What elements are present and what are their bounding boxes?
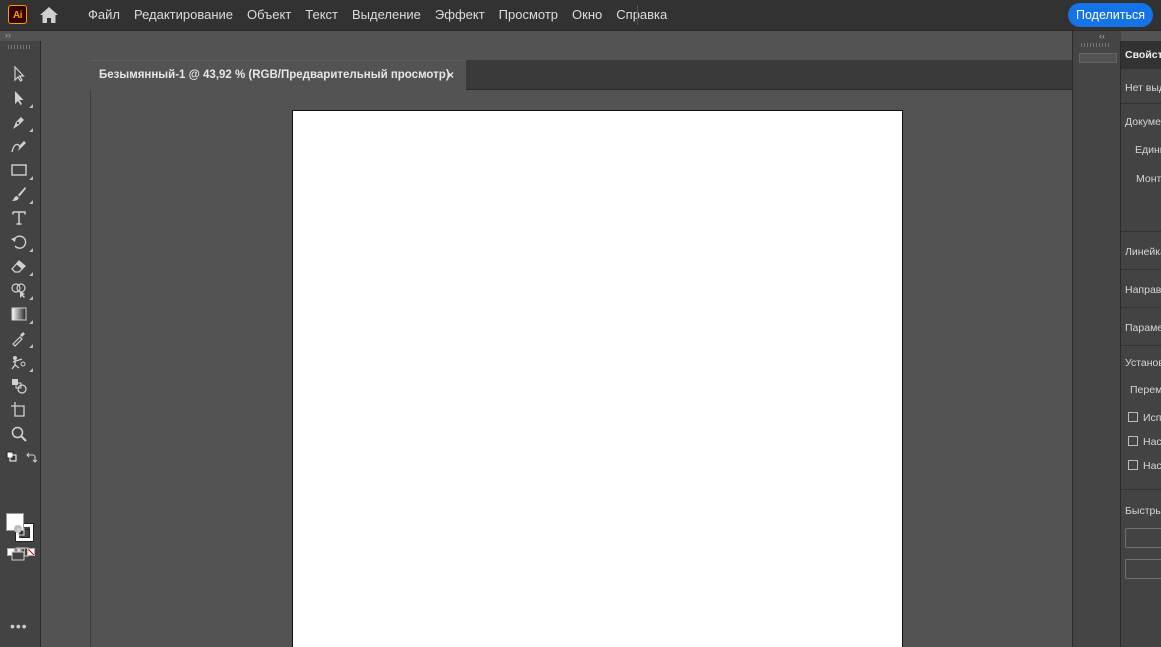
menu-window[interactable]: Окно — [565, 0, 609, 30]
collapse-panels-icon[interactable]: ‹‹ — [1099, 31, 1105, 41]
app-logo: Ai — [8, 5, 27, 24]
menu-object[interactable]: Объект — [240, 0, 298, 30]
gradient-tool-icon[interactable] — [10, 305, 33, 324]
menu-divider — [637, 5, 638, 25]
default-colors-icon[interactable] — [6, 451, 18, 463]
document-tab-bar: Безымянный-1 @ 43,92 % (RGB/Предваритель… — [90, 60, 1120, 90]
checkbox-2[interactable] — [1128, 436, 1138, 446]
panel-dock-button[interactable] — [1079, 53, 1117, 63]
zoom-tool-icon[interactable] — [10, 425, 30, 443]
curvature-tool-icon[interactable] — [10, 137, 30, 155]
panel-divider — [1121, 103, 1161, 104]
guides-section-title[interactable]: Направ — [1125, 284, 1161, 296]
panel-divider — [1121, 489, 1161, 490]
menu-bar: Ai Файл Редактирование Объект Текст Выде… — [0, 0, 1161, 31]
toolbar-collapse-button[interactable]: ›› — [0, 30, 40, 41]
menu-type[interactable]: Текст — [298, 0, 345, 30]
direct-selection-tool-icon[interactable] — [10, 89, 33, 108]
document-top-strip — [41, 31, 1072, 59]
eraser-tool-icon[interactable] — [10, 257, 33, 276]
units-label: Едини — [1135, 144, 1161, 156]
more-tools-button[interactable]: ••• — [10, 619, 30, 633]
paintbrush-tool-icon[interactable] — [10, 185, 33, 204]
checkbox-1[interactable] — [1128, 412, 1138, 422]
panel-divider — [1121, 307, 1161, 308]
close-icon[interactable]: × — [447, 68, 454, 82]
document-title: Безымянный-1 @ 43,92 % (RGB/Предваритель… — [99, 69, 450, 81]
panel-divider — [1121, 269, 1161, 270]
quick-actions-title: Быстры — [1125, 505, 1161, 517]
checkbox-3-label: Наст — [1143, 460, 1161, 472]
panel-grip[interactable] — [8, 45, 30, 49]
menu-select[interactable]: Выделение — [345, 0, 428, 30]
settings-section-title: Установ — [1125, 357, 1161, 369]
menu-edit[interactable]: Редактирование — [127, 0, 240, 30]
no-selection-label: Нет выд — [1125, 82, 1161, 94]
pen-tool-icon[interactable] — [10, 113, 33, 132]
artboard[interactable] — [292, 110, 903, 647]
checkbox-1-label: Испо — [1143, 412, 1161, 424]
panel-divider — [1121, 345, 1161, 346]
main-menu: Файл Редактирование Объект Текст Выделен… — [81, 0, 674, 30]
swap-colors-icon[interactable] — [25, 451, 38, 463]
draw-mode-icon[interactable] — [12, 523, 26, 537]
tools-panel: ••• — [0, 41, 41, 647]
document-section-title: Докумен — [1125, 116, 1161, 128]
panel-divider — [1121, 231, 1161, 232]
properties-panel-header[interactable]: Свойств — [1121, 41, 1161, 69]
selection-tool-icon[interactable] — [10, 65, 30, 83]
move-label: Переме — [1130, 384, 1161, 396]
eyedropper-tool-icon[interactable] — [10, 329, 33, 348]
blend-tool-icon[interactable] — [10, 377, 30, 395]
type-tool-icon[interactable] — [10, 209, 30, 227]
checkbox-3[interactable] — [1128, 460, 1138, 470]
share-button[interactable]: Поделиться — [1068, 3, 1153, 27]
right-panel-dock: ‹‹ — [1072, 31, 1121, 647]
menu-view[interactable]: Просмотр — [492, 0, 565, 30]
artboard-label: Монта — [1136, 173, 1161, 185]
shape-builder-tool-icon[interactable] — [10, 281, 33, 300]
quick-action-button-2[interactable] — [1125, 559, 1161, 579]
menu-effect[interactable]: Эффект — [428, 0, 492, 30]
params-section-title[interactable]: Парамет — [1125, 322, 1161, 334]
screen-mode-icon[interactable] — [11, 547, 29, 561]
home-icon[interactable] — [38, 5, 60, 25]
checkbox-2-label: Наст — [1143, 436, 1161, 448]
quick-action-button-1[interactable] — [1125, 528, 1161, 548]
menu-file[interactable]: Файл — [81, 0, 127, 30]
document-tab[interactable]: Безымянный-1 @ 43,92 % (RGB/Предваритель… — [90, 60, 466, 90]
panel-grip[interactable] — [1081, 43, 1111, 47]
rectangle-tool-icon[interactable] — [10, 161, 33, 180]
artboard-tool-icon[interactable] — [10, 401, 30, 419]
rulers-section-title[interactable]: Линейка — [1125, 246, 1161, 258]
puppet-warp-tool-icon[interactable] — [10, 353, 33, 372]
menu-help[interactable]: Справка — [609, 0, 674, 30]
collapse-icon: ›› — [5, 30, 11, 40]
rotate-tool-icon[interactable] — [10, 233, 33, 252]
properties-panel: Свойств Нет выд Докумен Едини Монта Лине… — [1120, 41, 1161, 647]
properties-panel-title: Свойств — [1125, 49, 1161, 61]
